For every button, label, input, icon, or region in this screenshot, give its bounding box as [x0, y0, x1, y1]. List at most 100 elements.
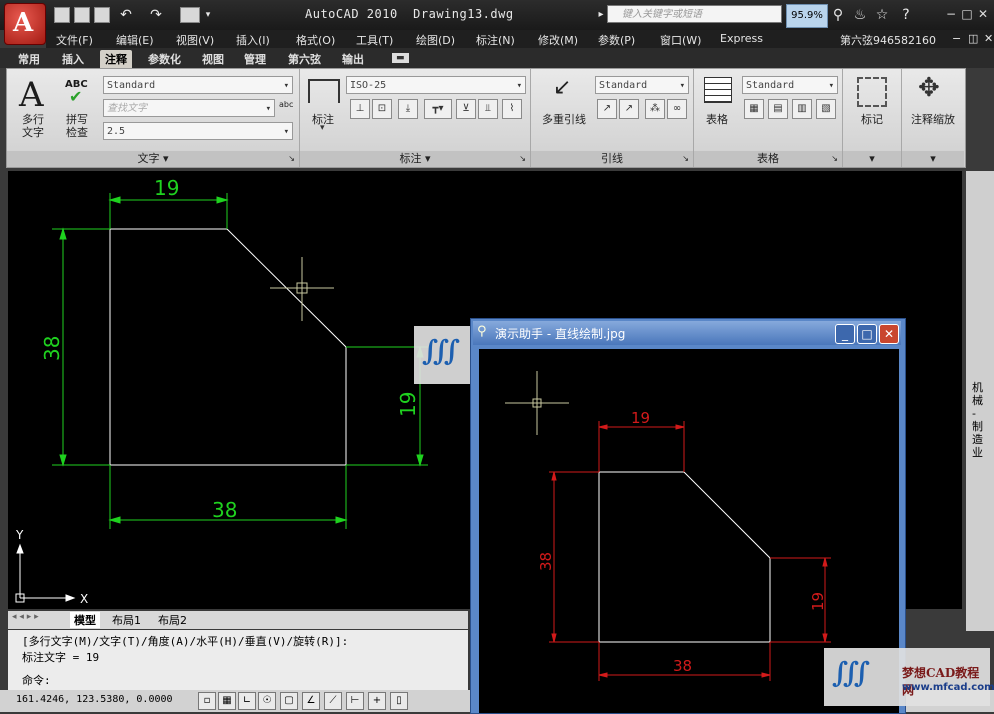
- dimension-dropdown-icon[interactable]: ▾: [320, 123, 325, 133]
- upload-data-icon[interactable]: ▧: [816, 99, 836, 119]
- multileader-icon[interactable]: ↙: [553, 75, 571, 100]
- object-snap-tracking-icon[interactable]: ∠: [302, 692, 320, 710]
- maximize-icon[interactable]: □: [960, 7, 974, 21]
- menu-window[interactable]: 窗口(W): [660, 32, 701, 48]
- leader-panel-label[interactable]: 引线 ↘: [531, 151, 693, 167]
- menu-edit[interactable]: 编辑(E): [116, 32, 154, 48]
- annotation-scale-button-label[interactable]: 注释缩放: [902, 111, 964, 127]
- multileader-button-label[interactable]: 多重引线: [533, 111, 595, 127]
- link-data-icon[interactable]: ▦: [744, 99, 764, 119]
- tab-custom[interactable]: 第六弦: [288, 51, 321, 67]
- markup-panel-dropdown[interactable]: ▾: [843, 151, 901, 167]
- ribbon-minimize-icon[interactable]: ▬: [392, 53, 409, 63]
- help-icon[interactable]: ?: [898, 7, 914, 23]
- dimension-panel-label[interactable]: 标注 ▾ ↘: [300, 151, 530, 167]
- extract-data-icon[interactable]: ▤: [768, 99, 788, 119]
- qat-dropdown-icon[interactable]: ▾: [200, 7, 216, 23]
- close-icon[interactable]: ✕: [976, 7, 990, 21]
- text-height-select[interactable]: 2.5: [103, 122, 293, 141]
- tab-model[interactable]: 模型: [70, 612, 100, 628]
- remove-leader-icon[interactable]: ↗: [619, 99, 639, 119]
- table-style-select[interactable]: Standard: [742, 76, 838, 95]
- spell-check-label-2[interactable]: 检查: [57, 124, 97, 140]
- object-snap-icon[interactable]: ▢: [280, 692, 298, 710]
- help-search-input[interactable]: 键入关键字或短语: [607, 5, 782, 23]
- lineweight-icon[interactable]: +: [368, 692, 386, 710]
- dim-break-icon[interactable]: ⊥: [350, 99, 370, 119]
- dim-jog-icon[interactable]: ⤓: [398, 99, 418, 119]
- markup-button-label[interactable]: 标记: [843, 111, 901, 127]
- collect-leader-icon[interactable]: ∞: [667, 99, 687, 119]
- print-icon[interactable]: [180, 7, 200, 23]
- table-icon[interactable]: [704, 77, 732, 103]
- redo-icon[interactable]: ↷: [148, 7, 164, 23]
- dim-style-select[interactable]: ISO-25: [346, 76, 526, 95]
- add-leader-icon[interactable]: ↗: [597, 99, 617, 119]
- popup-maximize-button[interactable]: □: [857, 324, 877, 344]
- table-button-label[interactable]: 表格: [696, 111, 738, 127]
- tab-annotate[interactable]: 注释: [100, 50, 132, 68]
- dimension-icon[interactable]: [308, 79, 340, 103]
- popup-minimize-button[interactable]: _: [835, 324, 855, 344]
- subscription-icon[interactable]: ♨: [852, 7, 868, 23]
- tab-parametric[interactable]: 参数化: [148, 51, 181, 67]
- doc-restore-icon[interactable]: ◫: [968, 32, 978, 45]
- menu-view[interactable]: 视图(V): [176, 32, 214, 48]
- layout-nav-icon[interactable]: ◂ ◂ ▸ ▸: [12, 612, 39, 622]
- dim-oblique-icon[interactable]: ⫫: [478, 99, 498, 119]
- dim-continue-icon[interactable]: ┳▾: [424, 99, 452, 119]
- grid-display-icon[interactable]: ▦: [218, 692, 236, 710]
- table-panel-label[interactable]: 表格 ↘: [694, 151, 842, 167]
- part-polyline[interactable]: [109, 228, 347, 466]
- text-style-select[interactable]: Standard: [103, 76, 293, 95]
- find-text-icon[interactable]: abc: [279, 100, 293, 109]
- tab-layout1[interactable]: 布局1: [112, 612, 141, 628]
- popup-close-button[interactable]: ✕: [879, 324, 899, 344]
- mtext-icon[interactable]: A: [19, 75, 44, 115]
- ortho-mode-icon[interactable]: ∟: [238, 692, 256, 710]
- tab-home[interactable]: 常用: [18, 51, 40, 67]
- annotation-scaling-dropdown[interactable]: ▾: [902, 151, 964, 167]
- command-prompt[interactable]: 命令:: [22, 672, 51, 688]
- menu-tools[interactable]: 工具(T): [356, 32, 393, 48]
- new-file-icon[interactable]: [54, 7, 70, 23]
- menu-express[interactable]: Express: [720, 32, 763, 45]
- doc-close-icon[interactable]: ✕: [984, 32, 993, 45]
- menu-dimension[interactable]: 标注(N): [476, 32, 515, 48]
- find-text-input[interactable]: 查找文字: [103, 99, 275, 118]
- dim-jogline-icon[interactable]: ⌇: [502, 99, 522, 119]
- menu-parametric[interactable]: 参数(P): [598, 32, 635, 48]
- tab-view[interactable]: 视图: [202, 51, 224, 67]
- markup-icon[interactable]: [857, 77, 887, 107]
- text-panel-label[interactable]: 文字 ▾ ↘: [7, 151, 299, 167]
- annotation-scale-icon[interactable]: ✥: [918, 73, 940, 103]
- dim-inspect-icon[interactable]: ⊡: [372, 99, 392, 119]
- align-leader-icon[interactable]: ⁂: [645, 99, 665, 119]
- communication-center-icon[interactable]: ⚲: [830, 7, 846, 23]
- tab-output[interactable]: 输出: [342, 51, 364, 67]
- save-icon[interactable]: [94, 7, 110, 23]
- mtext-button-label-2[interactable]: 文字: [13, 124, 53, 140]
- menu-insert[interactable]: 插入(I): [236, 32, 270, 48]
- menu-draw[interactable]: 绘图(D): [416, 32, 455, 48]
- minimize-icon[interactable]: −: [944, 7, 958, 21]
- demo-helper-title-bar[interactable]: ⚲ 演示助手 - 直线绘制.jpg _ □ ✕: [473, 321, 901, 345]
- dynamic-ucs-icon[interactable]: ⟋: [324, 692, 342, 710]
- menu-format[interactable]: 格式(O): [296, 32, 335, 48]
- menu-file[interactable]: 文件(F): [56, 32, 93, 48]
- polar-tracking-icon[interactable]: ☉: [258, 692, 276, 710]
- snap-mode-icon[interactable]: ▫: [198, 692, 216, 710]
- tab-layout2[interactable]: 布局2: [158, 612, 187, 628]
- favorites-icon[interactable]: ☆: [874, 7, 890, 23]
- tab-insert[interactable]: 插入: [62, 51, 84, 67]
- tab-manage[interactable]: 管理: [244, 51, 266, 67]
- open-file-icon[interactable]: [74, 7, 90, 23]
- dynamic-input-icon[interactable]: ⊢: [346, 692, 364, 710]
- part-outline[interactable]: [109, 228, 347, 466]
- doc-minimize-icon[interactable]: −: [952, 32, 961, 45]
- download-data-icon[interactable]: ▥: [792, 99, 812, 119]
- dim-space-icon[interactable]: ⊻: [456, 99, 476, 119]
- quick-properties-icon[interactable]: ▯: [390, 692, 408, 710]
- application-menu-button[interactable]: A: [4, 3, 46, 45]
- undo-icon[interactable]: ↶: [118, 7, 134, 23]
